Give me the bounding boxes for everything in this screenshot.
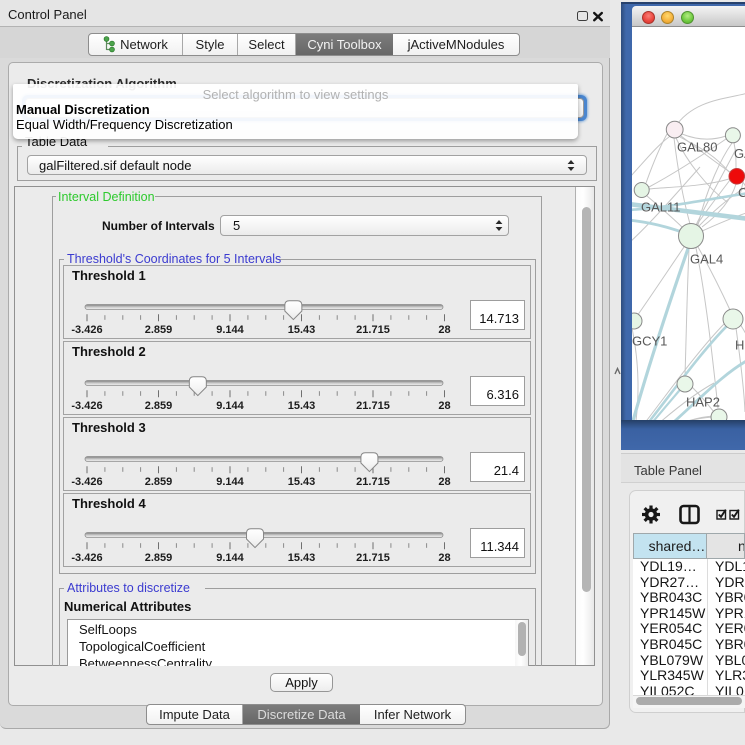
svg-text:21.715: 21.715 (356, 476, 390, 488)
svg-text:9.144: 9.144 (216, 324, 244, 336)
svg-text:H: H (735, 338, 744, 353)
svg-text:9.144: 9.144 (216, 552, 244, 564)
svg-text:GCY1: GCY1 (632, 334, 667, 349)
svg-text:15.43: 15.43 (288, 400, 316, 412)
svg-text:-3.426: -3.426 (71, 476, 102, 488)
svg-text:GA: GA (734, 146, 745, 161)
svg-text:9.144: 9.144 (216, 476, 244, 488)
svg-text:15.43: 15.43 (288, 324, 316, 336)
svg-text:2.859: 2.859 (145, 400, 173, 412)
svg-text:15.43: 15.43 (288, 476, 316, 488)
svg-text:15.43: 15.43 (288, 552, 316, 564)
svg-text:-3.426: -3.426 (71, 552, 102, 564)
svg-text:28: 28 (438, 400, 450, 412)
svg-text:2.859: 2.859 (145, 476, 173, 488)
svg-text:-3.426: -3.426 (71, 324, 102, 336)
svg-text:-3.426: -3.426 (71, 400, 102, 412)
svg-text:21.715: 21.715 (356, 324, 390, 336)
svg-text:C: C (738, 185, 745, 200)
svg-text:2.859: 2.859 (145, 324, 173, 336)
svg-text:GAL80: GAL80 (677, 140, 717, 155)
svg-text:GAL4: GAL4 (690, 252, 723, 267)
svg-text:HAP2: HAP2 (686, 395, 720, 410)
svg-text:28: 28 (438, 324, 450, 336)
svg-text:2.859: 2.859 (145, 552, 173, 564)
svg-text:28: 28 (438, 552, 450, 564)
svg-text:21.715: 21.715 (356, 552, 390, 564)
svg-text:GAL11: GAL11 (641, 200, 681, 215)
svg-text:9.144: 9.144 (216, 400, 244, 412)
svg-text:21.715: 21.715 (356, 400, 390, 412)
svg-text:28: 28 (438, 476, 450, 488)
